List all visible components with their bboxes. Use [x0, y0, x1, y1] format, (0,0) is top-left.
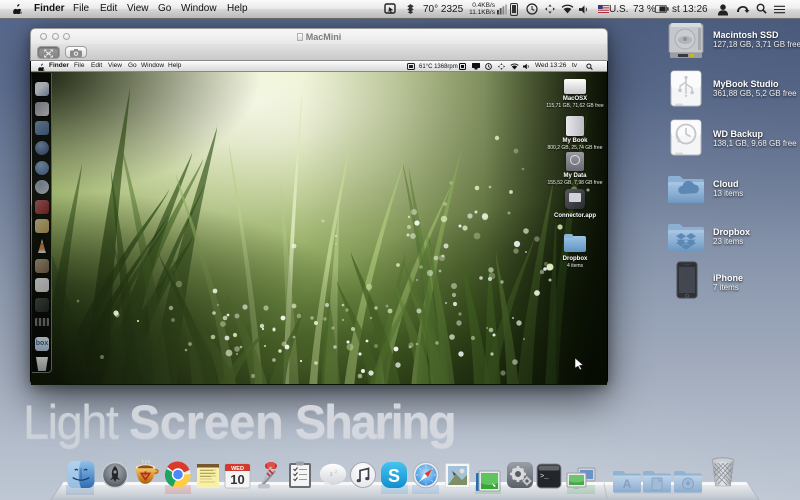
svg-text:S: S: [388, 466, 400, 486]
svg-text:10: 10: [230, 472, 244, 487]
svg-text:A: A: [623, 477, 632, 491]
svg-text:>_: >_: [540, 473, 549, 481]
